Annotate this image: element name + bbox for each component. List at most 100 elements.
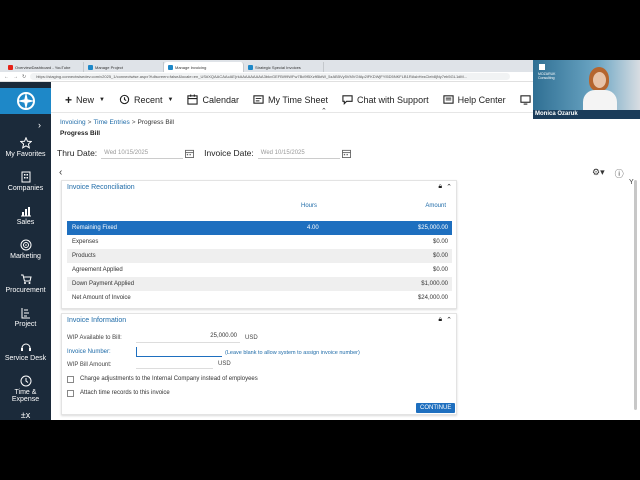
new-menu[interactable]: + New ▼	[65, 93, 105, 107]
attach-time-checkbox[interactable]	[67, 390, 74, 397]
page-title: Progress Bill	[60, 130, 101, 137]
sidebar-item-project[interactable]: Project	[0, 307, 51, 328]
cart-icon	[20, 274, 32, 284]
date-bar: Thru Date: Wed 10/15/2025 Invoice Date: …	[57, 147, 361, 159]
url-field[interactable]: https://staging.connectwisedev.com/v2025…	[30, 73, 511, 80]
chevron-down-icon: ▼	[167, 96, 174, 103]
row-amount: $0.00	[432, 267, 448, 273]
breadcrumb-separator: >	[87, 119, 92, 126]
star-icon	[19, 137, 32, 149]
connectwise-icon	[168, 64, 173, 70]
back-chevron-icon[interactable]: ‹	[59, 167, 62, 178]
sidebar-item-procurement[interactable]: Procurement	[0, 273, 51, 294]
invoice-number-label: Invoice Number:	[67, 349, 111, 355]
filter-icon[interactable]: Y	[629, 179, 634, 186]
back-arrow-icon[interactable]: ←	[4, 74, 9, 80]
sidebar-item-label: My Favorites	[5, 151, 46, 158]
charge-adjustments-checkbox[interactable]	[67, 376, 74, 383]
table-row[interactable]: Down Payment Applied $1,000.00	[67, 277, 452, 291]
target-icon	[20, 239, 31, 251]
row-label: Net Amount of Invoice	[72, 295, 131, 301]
chevron-up-icon[interactable]: ⌃	[446, 183, 452, 191]
tab-label: Strategic Special Invoices	[255, 64, 301, 70]
sidebar-item-my-favorites[interactable]: My Favorites	[0, 137, 51, 158]
sidebar-item-service-desk[interactable]: Service Desk	[0, 341, 51, 362]
invoice-number-input[interactable]	[136, 347, 222, 357]
breadcrumb-link-invoicing[interactable]: Invoicing	[60, 119, 86, 126]
sidebar-item-time-expense[interactable]: Time & Expense	[0, 375, 51, 403]
it-icon	[519, 95, 531, 105]
calendar-button[interactable]: Calendar	[187, 94, 239, 105]
browser-tab[interactable]: Strategic Special Invoices	[244, 62, 324, 72]
row-amount: $0.00	[432, 239, 448, 245]
help-label: Help Center	[457, 94, 506, 105]
thru-date-input[interactable]: Wed 10/15/2025	[101, 147, 184, 159]
project-icon	[21, 308, 30, 319]
forward-arrow-icon[interactable]: →	[13, 74, 18, 80]
table-row-selected[interactable]: Remaining Fixed 4.00 $25,000.00	[67, 221, 452, 235]
recent-menu[interactable]: Recent ▼	[119, 94, 173, 105]
sidebar-item-sales[interactable]: Sales	[0, 205, 51, 226]
charge-adjustments-label: Charge adjustments to the Internal Compa…	[80, 376, 258, 382]
invoice-reconciliation-panel: Invoice Reconciliation 🔒︎ ⌃ Hours Amount…	[61, 180, 457, 309]
row-label: Products	[72, 253, 96, 259]
sidebar-item-marketing[interactable]: Marketing	[0, 239, 51, 260]
help-circle-icon[interactable]: ⓘ	[615, 167, 624, 180]
sidebar-item-label: Marketing	[10, 253, 41, 260]
sidebar-item-more[interactable]: ±x	[0, 410, 51, 420]
chat-support-button[interactable]: Chat with Support	[342, 94, 429, 105]
table-row[interactable]: Net Amount of Invoice $24,000.00	[67, 291, 452, 305]
connectwise-logo[interactable]	[0, 88, 51, 114]
company-logo-icon	[539, 64, 545, 70]
browser-tab[interactable]: OverviewDashboard - YouTube	[4, 62, 84, 72]
calendar-picker-icon[interactable]	[341, 149, 351, 158]
browser-tab-active[interactable]: Manage Invoicing	[164, 62, 244, 72]
tab-label: OverviewDashboard - YouTube	[15, 64, 71, 70]
plus-icon: +	[65, 92, 73, 107]
my-time-sheet-button[interactable]: My Time Sheet	[253, 94, 328, 105]
toolbar-collapse-chevron-icon[interactable]: ⌃	[321, 107, 327, 115]
sidebar-item-label: Project	[14, 321, 37, 328]
sidebar-item-label: Companies	[7, 185, 44, 192]
chat-label: Chat with Support	[357, 94, 429, 105]
wip-bill-amount-input[interactable]	[136, 359, 213, 369]
connectwise-icon	[88, 64, 93, 70]
continue-button[interactable]: CONTINUE	[416, 403, 456, 413]
help-book-icon	[442, 95, 454, 104]
chevron-up-icon[interactable]: ⌃	[446, 316, 452, 324]
row-amount: $24,000.00	[417, 295, 448, 301]
row-label: Expenses	[72, 239, 99, 245]
panel-controls: 🔒︎ ⌃	[438, 316, 452, 324]
wip-available-label: WIP Available to Bill:	[67, 335, 122, 341]
clock-icon	[20, 375, 31, 387]
table-row[interactable]: Expenses $0.00	[67, 235, 452, 249]
timesheet-label: My Time Sheet	[268, 94, 329, 105]
recent-label: Recent	[133, 94, 163, 105]
attach-time-label: Attach time records to this invoice	[80, 390, 170, 396]
lock-icon[interactable]: 🔒︎	[438, 316, 442, 324]
breadcrumb-current: Progress Bill	[137, 119, 174, 126]
timesheet-icon	[253, 95, 264, 104]
table-row[interactable]: Agreement Applied $0.00	[67, 263, 452, 277]
breadcrumb-link-time-entries[interactable]: Time Entries	[93, 119, 129, 126]
calendar-picker-icon[interactable]	[185, 149, 195, 158]
sidebar-item-companies[interactable]: Companies	[0, 171, 51, 192]
connectwise-icon	[248, 64, 253, 70]
vertical-scrollbar[interactable]	[634, 180, 637, 410]
reload-icon[interactable]: ↻	[22, 74, 26, 80]
invoice-date-input[interactable]: Wed 10/15/2025	[257, 147, 340, 159]
new-label: New	[76, 94, 95, 105]
sidebar-collapse-chevron-icon[interactable]: ›	[38, 120, 41, 130]
webcam-video-overlay: MOZARUK Consulting Monica Ozaruk	[533, 60, 640, 119]
video-company-label: MOZARUK Consulting	[538, 72, 556, 80]
browser-tab[interactable]: Manage Project	[84, 62, 164, 72]
help-center-button[interactable]: Help Center	[442, 94, 506, 105]
youtube-icon	[8, 64, 13, 70]
table-row[interactable]: Products $0.00	[67, 249, 452, 263]
panel-title: Invoice Information	[67, 317, 127, 324]
gear-icon[interactable]: ⚙▾	[592, 167, 605, 180]
lock-icon[interactable]: 🔒︎	[438, 183, 442, 191]
invoice-information-panel: Invoice Information 🔒︎ ⌃ WIP Available t…	[61, 313, 457, 415]
tab-label: Manage Invoicing	[175, 64, 207, 70]
sidebar-item-label: Service Desk	[4, 355, 47, 362]
